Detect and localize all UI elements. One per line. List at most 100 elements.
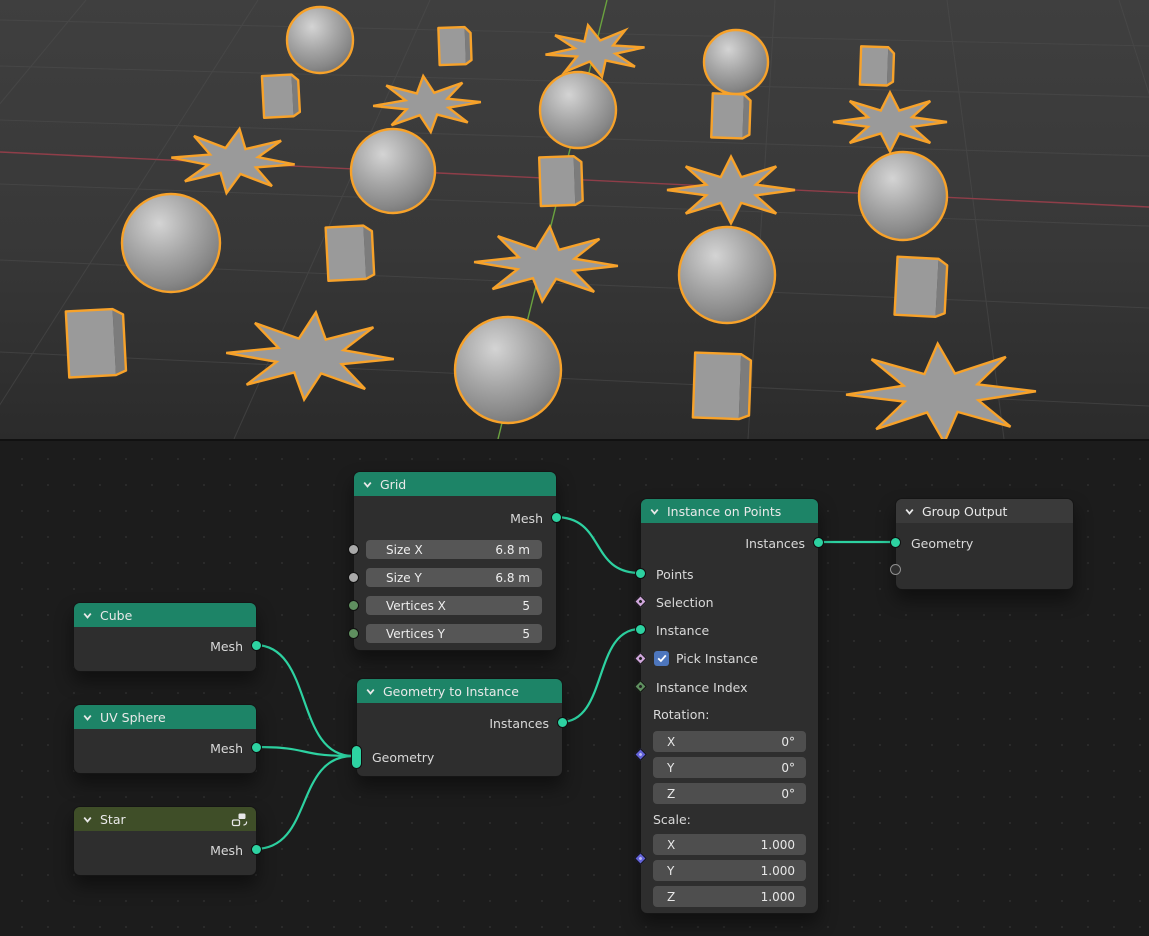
axis-value: 1.000: [761, 838, 795, 852]
node-title: Instance on Points: [667, 504, 810, 519]
socket-g2i-instances-out[interactable]: [557, 717, 568, 728]
socket-star-mesh-out[interactable]: [251, 844, 262, 855]
viewport-canvas[interactable]: [0, 0, 1149, 439]
rotation-section-label: Rotation:: [653, 707, 710, 722]
socket-iop-instances-out[interactable]: [813, 537, 824, 548]
instance-sphere[interactable]: [351, 129, 435, 213]
node-title: Cube: [100, 608, 248, 623]
instance-cube[interactable]: [539, 156, 583, 206]
instance-cube[interactable]: [326, 225, 375, 281]
field-label: Vertices Y: [386, 627, 445, 641]
socket-iop-points-in[interactable]: [635, 568, 646, 579]
instance-star[interactable]: [220, 309, 399, 402]
instance-sphere[interactable]: [122, 194, 220, 292]
instance-cube[interactable]: [438, 27, 471, 65]
scale-x-field[interactable]: X 1.000: [653, 834, 806, 855]
grid-vertices-x-field[interactable]: Vertices X 5: [366, 596, 542, 615]
field-value: 6.8 m: [495, 543, 530, 557]
field-label: Size Y: [386, 571, 422, 585]
instance-star[interactable]: [833, 92, 947, 151]
axis-value: 0°: [781, 735, 795, 749]
field-value: 6.8 m: [495, 571, 530, 585]
chevron-down-icon[interactable]: [365, 686, 376, 697]
output-label-instances: Instances: [489, 716, 549, 731]
node-title: Grid: [380, 477, 548, 492]
instance-sphere[interactable]: [455, 317, 561, 423]
socket-group-output-virtual-in[interactable]: [890, 564, 901, 575]
instance-sphere[interactable]: [540, 72, 616, 148]
chevron-down-icon[interactable]: [904, 506, 915, 517]
socket-grid-vertices-x-in[interactable]: [348, 600, 359, 611]
instance-cube[interactable]: [693, 353, 751, 420]
node-instance-on-points[interactable]: Instance on Points Instances Points Sele…: [640, 498, 819, 914]
instance-cube[interactable]: [262, 74, 300, 118]
instance-star[interactable]: [539, 22, 652, 81]
chevron-down-icon[interactable]: [649, 506, 660, 517]
grid-size-y-field[interactable]: Size Y 6.8 m: [366, 568, 542, 587]
socket-grid-size-x-in[interactable]: [348, 544, 359, 555]
axis-label: X: [667, 838, 675, 852]
check-icon: [657, 654, 667, 663]
socket-iop-instance-in[interactable]: [635, 624, 646, 635]
instance-star[interactable]: [667, 157, 795, 224]
socket-g2i-geometry-multi-in[interactable]: [351, 745, 362, 769]
socket-group-output-geometry-in[interactable]: [890, 537, 901, 548]
rotation-z-field[interactable]: Z 0°: [653, 783, 806, 804]
socket-grid-mesh-out[interactable]: [551, 512, 562, 523]
output-label-instances: Instances: [745, 536, 805, 551]
socket-uv-sphere-mesh-out[interactable]: [251, 742, 262, 753]
node-group-icon: [231, 812, 248, 827]
pick-instance-checkbox[interactable]: [654, 651, 669, 666]
instance-star[interactable]: [843, 342, 1040, 439]
node-grid[interactable]: Grid Mesh Size X 6.8 m Size Y 6.8 m Vert…: [353, 471, 557, 651]
axis-label: Z: [667, 890, 675, 904]
rotation-y-field[interactable]: Y 0°: [653, 757, 806, 778]
instance-star[interactable]: [470, 225, 621, 304]
node-uv-sphere[interactable]: UV Sphere Mesh: [73, 704, 257, 774]
3d-viewport[interactable]: [0, 0, 1149, 439]
chevron-down-icon[interactable]: [82, 814, 93, 825]
socket-grid-vertices-y-in[interactable]: [348, 628, 359, 639]
instance-cube[interactable]: [66, 308, 126, 377]
instance-star[interactable]: [369, 74, 484, 134]
input-label-instance-index: Instance Index: [656, 680, 748, 695]
instance-cube[interactable]: [895, 257, 948, 318]
axis-label: Y: [667, 761, 674, 775]
node-title: UV Sphere: [100, 710, 248, 725]
axis-value: 0°: [781, 761, 795, 775]
socket-grid-size-y-in[interactable]: [348, 572, 359, 583]
input-label-points: Points: [656, 567, 694, 582]
input-label-geometry: Geometry: [372, 750, 434, 765]
socket-cube-mesh-out[interactable]: [251, 640, 262, 651]
node-star[interactable]: Star Mesh: [73, 806, 257, 876]
instance-sphere[interactable]: [704, 30, 768, 94]
input-label-selection: Selection: [656, 595, 714, 610]
instance-cube[interactable]: [711, 93, 751, 138]
node-geometry-to-instance[interactable]: Geometry to Instance Instances Geometry: [356, 678, 563, 777]
instance-sphere[interactable]: [287, 7, 353, 73]
output-label-mesh: Mesh: [510, 511, 543, 526]
output-label-mesh: Mesh: [210, 639, 243, 654]
instance-sphere[interactable]: [679, 227, 775, 323]
chevron-down-icon[interactable]: [82, 712, 93, 723]
node-group-output[interactable]: Group Output Geometry: [895, 498, 1074, 590]
axis-label: Y: [667, 864, 674, 878]
instance-star[interactable]: [165, 126, 301, 197]
input-label-geometry: Geometry: [911, 536, 973, 551]
node-cube[interactable]: Cube Mesh: [73, 602, 257, 672]
chevron-down-icon[interactable]: [362, 479, 373, 490]
chevron-down-icon[interactable]: [82, 610, 93, 621]
axis-label: X: [667, 735, 675, 749]
output-label-mesh: Mesh: [210, 843, 243, 858]
scale-z-field[interactable]: Z 1.000: [653, 886, 806, 907]
instance-sphere[interactable]: [859, 152, 947, 240]
rotation-x-field[interactable]: X 0°: [653, 731, 806, 752]
input-label-instance: Instance: [656, 623, 709, 638]
grid-size-x-field[interactable]: Size X 6.8 m: [366, 540, 542, 559]
scale-y-field[interactable]: Y 1.000: [653, 860, 806, 881]
axis-value: 1.000: [761, 864, 795, 878]
field-value: 5: [522, 599, 530, 613]
grid-vertices-y-field[interactable]: Vertices Y 5: [366, 624, 542, 643]
instance-cube[interactable]: [860, 46, 894, 85]
axis-value: 1.000: [761, 890, 795, 904]
